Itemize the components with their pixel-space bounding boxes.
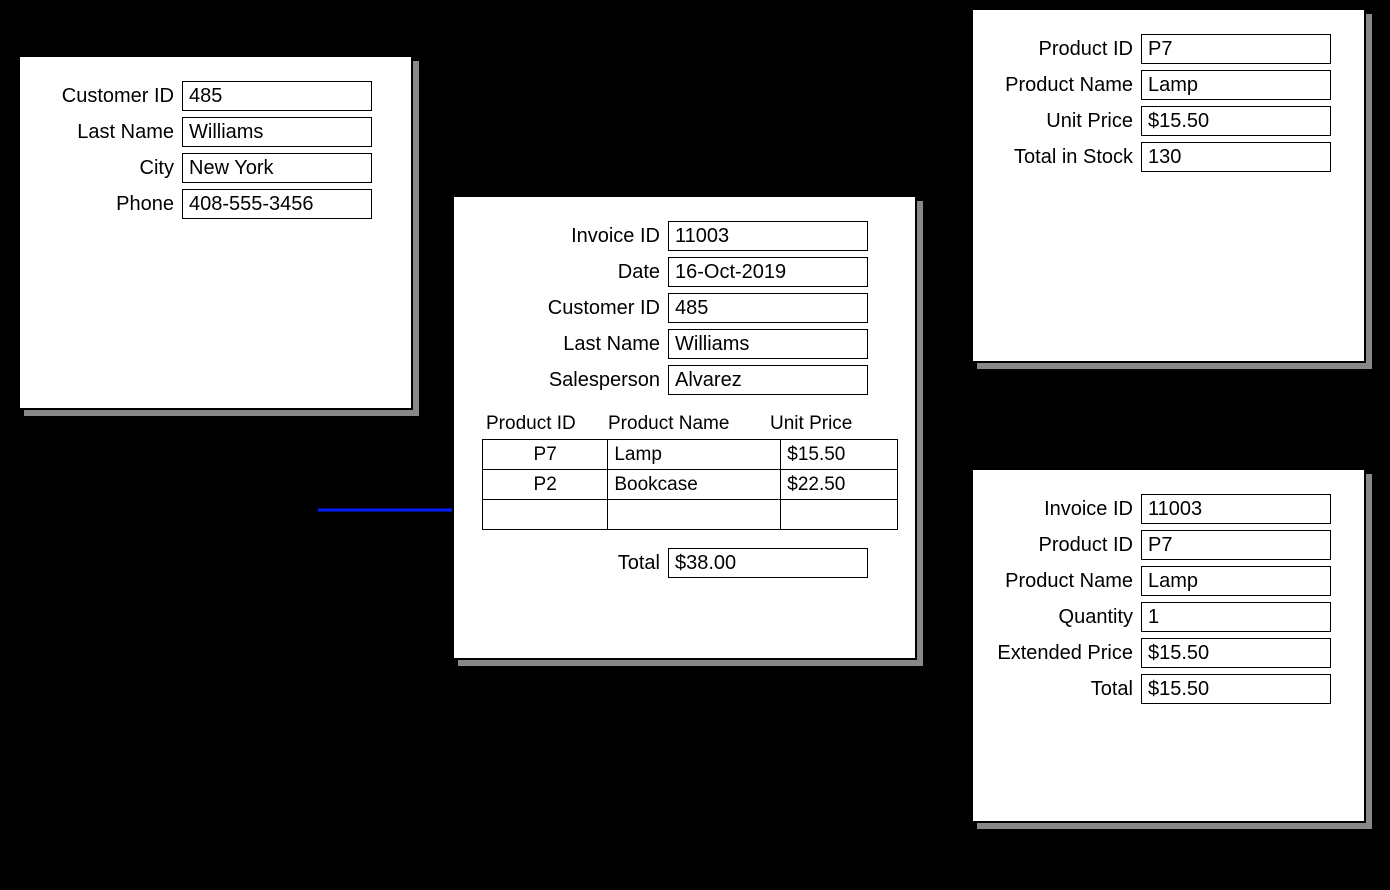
product-panel: Product ID P7 Product Name Lamp Unit Pri… [971,8,1366,363]
product-name-field[interactable]: Lamp [1141,70,1331,100]
invoice-date-label: Date [468,261,668,284]
product-price-field[interactable]: $15.50 [1141,106,1331,136]
table-row: P2 Bookcase $22.50 [483,470,898,500]
lineitem-productid-field[interactable]: P7 [1141,530,1331,560]
invoice-customerid-field[interactable]: 485 [668,293,868,323]
lineitem-total-label: Total [987,678,1141,701]
invoice-lastname-field[interactable]: Williams [668,329,868,359]
line-pid[interactable]: P7 [483,440,608,470]
line-pname[interactable] [608,500,781,530]
line-pname[interactable]: Lamp [608,440,781,470]
col-product-id: Product ID [486,413,608,435]
table-row [483,500,898,530]
invoice-lines-table: P7 Lamp $15.50 P2 Bookcase $22.50 [482,439,898,530]
customer-city-label: City [34,157,182,180]
lineitem-total-field[interactable]: $15.50 [1141,674,1331,704]
line-up[interactable]: $22.50 [781,470,898,500]
col-product-name: Product Name [608,413,770,435]
product-stock-field[interactable]: 130 [1141,142,1331,172]
invoice-date-field[interactable]: 16-Oct-2019 [668,257,868,287]
line-pid[interactable]: P2 [483,470,608,500]
product-name-label: Product Name [987,74,1141,97]
invoice-lastname-label: Last Name [468,333,668,356]
invoice-panel: Invoice ID 11003 Date 16-Oct-2019 Custom… [452,195,917,660]
product-stock-label: Total in Stock [987,146,1141,169]
customer-id-field[interactable]: 485 [182,81,372,111]
lineitem-invoiceid-label: Invoice ID [987,498,1141,521]
product-price-label: Unit Price [987,110,1141,133]
lineitem-productname-label: Product Name [987,570,1141,593]
customer-phone-label: Phone [34,193,182,216]
invoice-id-label: Invoice ID [468,225,668,248]
table-row: P7 Lamp $15.50 [483,440,898,470]
lineitem-extprice-field[interactable]: $15.50 [1141,638,1331,668]
invoice-salesperson-label: Salesperson [468,369,668,392]
customer-panel: Customer ID 485 Last Name Williams City … [18,55,413,410]
customer-id-label: Customer ID [34,85,182,108]
customer-lastname-label: Last Name [34,121,182,144]
customer-lastname-field[interactable]: Williams [182,117,372,147]
product-id-label: Product ID [987,38,1141,61]
invoice-total-field[interactable]: $38.00 [668,548,868,578]
invoice-lines-header: Product ID Product Name Unit Price [468,413,895,439]
customer-city-field[interactable]: New York [182,153,372,183]
line-pid[interactable] [483,500,608,530]
lineitem-invoiceid-field[interactable]: 11003 [1141,494,1331,524]
lineitem-quantity-field[interactable]: 1 [1141,602,1331,632]
invoice-total-label: Total [468,552,668,575]
lineitem-quantity-label: Quantity [987,606,1141,629]
lineitem-panel: Invoice ID 11003 Product ID P7 Product N… [971,468,1366,823]
lineitem-productname-field[interactable]: Lamp [1141,566,1331,596]
line-pname[interactable]: Bookcase [608,470,781,500]
col-unit-price: Unit Price [770,413,878,435]
invoice-customerid-label: Customer ID [468,297,668,320]
lineitem-extprice-label: Extended Price [987,642,1141,665]
product-id-field[interactable]: P7 [1141,34,1331,64]
line-up[interactable]: $15.50 [781,440,898,470]
invoice-salesperson-field[interactable]: Alvarez [668,365,868,395]
lineitem-productid-label: Product ID [987,534,1141,557]
line-up[interactable] [781,500,898,530]
customer-phone-field[interactable]: 408-555-3456 [182,189,372,219]
invoice-id-field[interactable]: 11003 [668,221,868,251]
